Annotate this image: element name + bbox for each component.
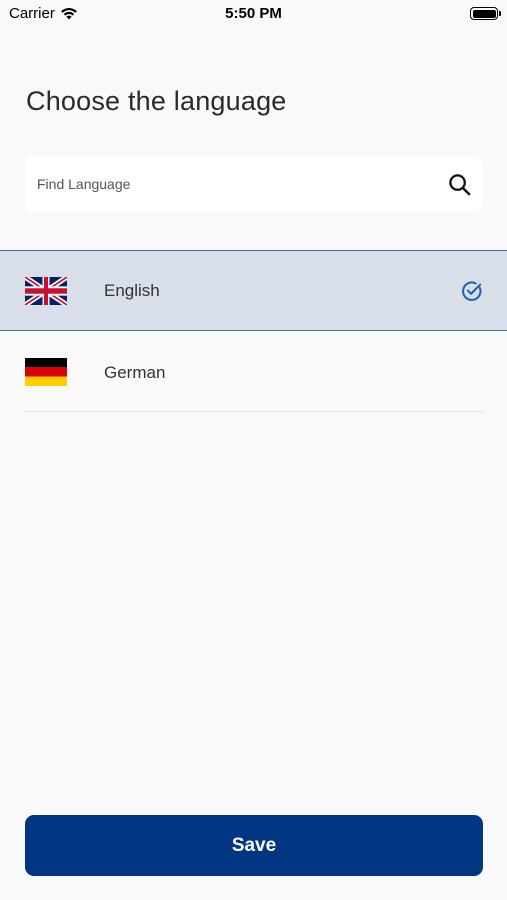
language-item-english[interactable]: English [0, 250, 507, 331]
language-item-german[interactable]: German [0, 331, 507, 412]
save-button[interactable]: Save [25, 815, 483, 876]
battery-icon [470, 7, 501, 20]
status-time: 5:50 PM [225, 5, 282, 22]
language-label-english: English [104, 281, 160, 300]
status-bar: Carrier 5:50 PM [0, 0, 507, 28]
search-icon[interactable] [448, 173, 471, 196]
list-divider [25, 411, 483, 412]
language-label-german: German [104, 363, 166, 382]
germany-flag-icon [25, 358, 67, 386]
search-input[interactable] [37, 156, 437, 212]
search-box [25, 156, 483, 212]
uk-flag-icon [25, 277, 67, 305]
page-title: Choose the language [26, 86, 287, 116]
check-circle-icon [462, 281, 482, 301]
